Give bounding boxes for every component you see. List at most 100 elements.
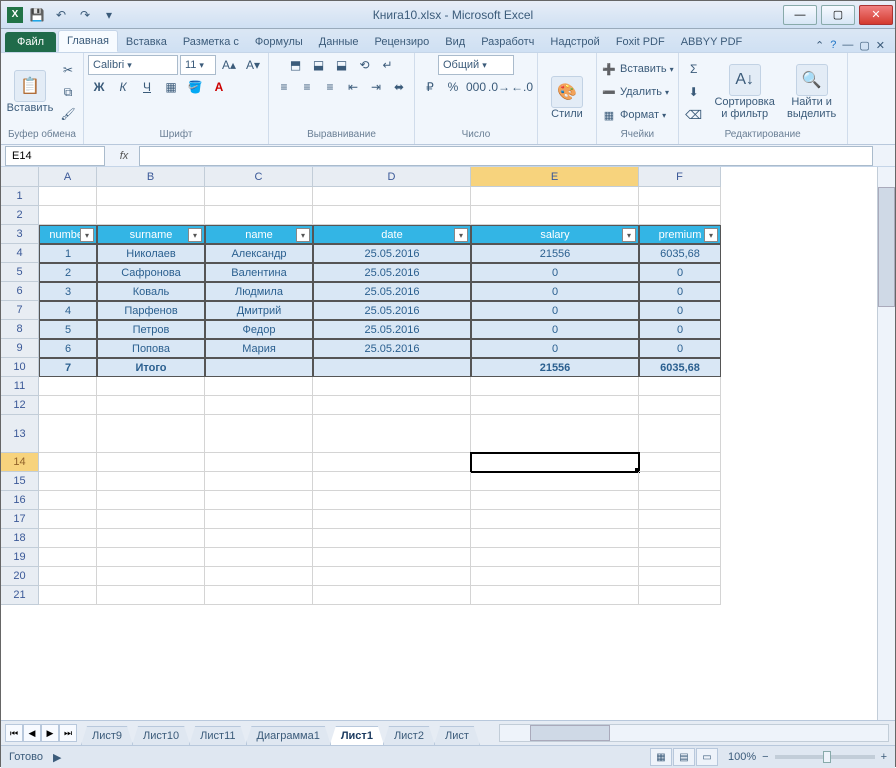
cell[interactable]	[313, 396, 471, 415]
cell[interactable]	[39, 472, 97, 491]
cell[interactable]	[313, 187, 471, 206]
fill-button[interactable]: ⬇	[683, 82, 705, 102]
cell[interactable]	[205, 415, 313, 453]
column-header[interactable]: F	[639, 167, 721, 186]
cell[interactable]: 6	[39, 339, 97, 358]
cell[interactable]	[313, 586, 471, 605]
workbook-minimize-icon[interactable]: —	[842, 39, 853, 52]
cell[interactable]	[639, 491, 721, 510]
cell[interactable]	[39, 491, 97, 510]
name-box[interactable]: E14	[5, 146, 105, 166]
ribbon-tab[interactable]: Разметка с	[175, 32, 247, 52]
cell[interactable]	[639, 396, 721, 415]
filter-icon[interactable]: ▾	[454, 228, 468, 242]
cell[interactable]	[205, 358, 313, 377]
cell[interactable]	[97, 548, 205, 567]
cell[interactable]	[471, 567, 639, 586]
cell[interactable]: 0	[639, 320, 721, 339]
normal-view-button[interactable]: ▦	[650, 748, 672, 766]
cell[interactable]	[471, 187, 639, 206]
number-format-select[interactable]: Общий	[438, 55, 514, 75]
filter-icon[interactable]: ▾	[80, 228, 94, 242]
column-header[interactable]: E	[471, 167, 639, 186]
cell[interactable]	[97, 415, 205, 453]
row-header[interactable]: 8	[1, 320, 38, 339]
workbook-restore-icon[interactable]: ▢	[859, 39, 869, 52]
ribbon-tab[interactable]: Разработч	[473, 32, 542, 52]
row-header[interactable]: 16	[1, 491, 38, 510]
row-header[interactable]: 7	[1, 301, 38, 320]
cell[interactable]	[205, 529, 313, 548]
row-header[interactable]: 17	[1, 510, 38, 529]
cell[interactable]	[39, 206, 97, 225]
sheet-nav-button[interactable]: ◀	[23, 724, 41, 742]
filter-icon[interactable]: ▾	[296, 228, 310, 242]
vertical-scrollbar[interactable]	[877, 167, 895, 720]
row-header[interactable]: 12	[1, 396, 38, 415]
ribbon-tab[interactable]: Надстрой	[542, 32, 607, 52]
sheet-nav-button[interactable]: ⏮	[5, 724, 23, 742]
align-top-button[interactable]: ⬒	[285, 55, 307, 75]
cell[interactable]	[205, 187, 313, 206]
maximize-button[interactable]: ▢	[821, 5, 855, 25]
align-middle-button[interactable]: ⬓	[308, 55, 330, 75]
comma-button[interactable]: 000	[465, 77, 487, 97]
zoom-slider-knob[interactable]	[823, 751, 831, 763]
filter-icon[interactable]: ▾	[622, 228, 636, 242]
help-icon[interactable]: ?	[830, 39, 836, 52]
cell[interactable]	[313, 548, 471, 567]
cell[interactable]: 25.05.2016	[313, 320, 471, 339]
increase-font-button[interactable]: A▴	[218, 55, 240, 75]
cell[interactable]	[313, 358, 471, 377]
column-header[interactable]: B	[97, 167, 205, 186]
cell[interactable]: Итого	[97, 358, 205, 377]
cell[interactable]: 6035,68	[639, 244, 721, 263]
cell[interactable]: 3	[39, 282, 97, 301]
italic-button[interactable]: К	[112, 77, 134, 97]
select-all-corner[interactable]	[1, 167, 39, 187]
row-header[interactable]: 4	[1, 244, 38, 263]
cell[interactable]	[205, 548, 313, 567]
cell[interactable]	[97, 491, 205, 510]
orientation-button[interactable]: ⟲	[354, 55, 376, 75]
cell[interactable]: number▾	[39, 225, 97, 244]
cell[interactable]	[205, 206, 313, 225]
cell[interactable]	[471, 510, 639, 529]
cell[interactable]	[639, 453, 721, 472]
file-tab[interactable]: Файл	[5, 32, 56, 52]
cell[interactable]	[39, 586, 97, 605]
undo-button[interactable]: ↶	[51, 5, 71, 25]
delete-cells-button[interactable]: ➖Удалить▾	[601, 82, 674, 102]
increase-decimal-button[interactable]: .0→	[488, 77, 510, 97]
cell[interactable]	[39, 529, 97, 548]
ribbon-tab[interactable]: Вид	[437, 32, 473, 52]
paste-button[interactable]: 📋 Вставить	[5, 59, 55, 125]
cell[interactable]	[313, 415, 471, 453]
page-layout-view-button[interactable]: ▤	[673, 748, 695, 766]
cell[interactable]: Сафронова	[97, 263, 205, 282]
cell[interactable]	[97, 510, 205, 529]
cell[interactable]: 25.05.2016	[313, 339, 471, 358]
insert-cells-button[interactable]: ➕Вставить▾	[601, 59, 674, 79]
cell[interactable]: 6035,68	[639, 358, 721, 377]
decrease-font-button[interactable]: A▾	[242, 55, 264, 75]
cell[interactable]	[639, 567, 721, 586]
autosum-button[interactable]: Σ	[683, 59, 705, 79]
ribbon-tab[interactable]: Вставка	[118, 32, 175, 52]
vertical-scroll-thumb[interactable]	[878, 187, 895, 307]
cell[interactable]	[205, 586, 313, 605]
ribbon-tab[interactable]: Главная	[58, 30, 118, 52]
cell[interactable]	[97, 586, 205, 605]
cell[interactable]	[97, 567, 205, 586]
cell[interactable]: Коваль	[97, 282, 205, 301]
cell[interactable]	[639, 510, 721, 529]
styles-button[interactable]: 🎨 Стили	[542, 65, 592, 131]
cell[interactable]: Людмила	[205, 282, 313, 301]
sheet-nav-button[interactable]: ▶	[41, 724, 59, 742]
cell[interactable]	[97, 206, 205, 225]
sheet-tab[interactable]: Лист	[434, 726, 480, 745]
cell[interactable]: Мария	[205, 339, 313, 358]
cell[interactable]: 25.05.2016	[313, 263, 471, 282]
cell[interactable]: 1	[39, 244, 97, 263]
zoom-in-button[interactable]: +	[881, 751, 887, 763]
